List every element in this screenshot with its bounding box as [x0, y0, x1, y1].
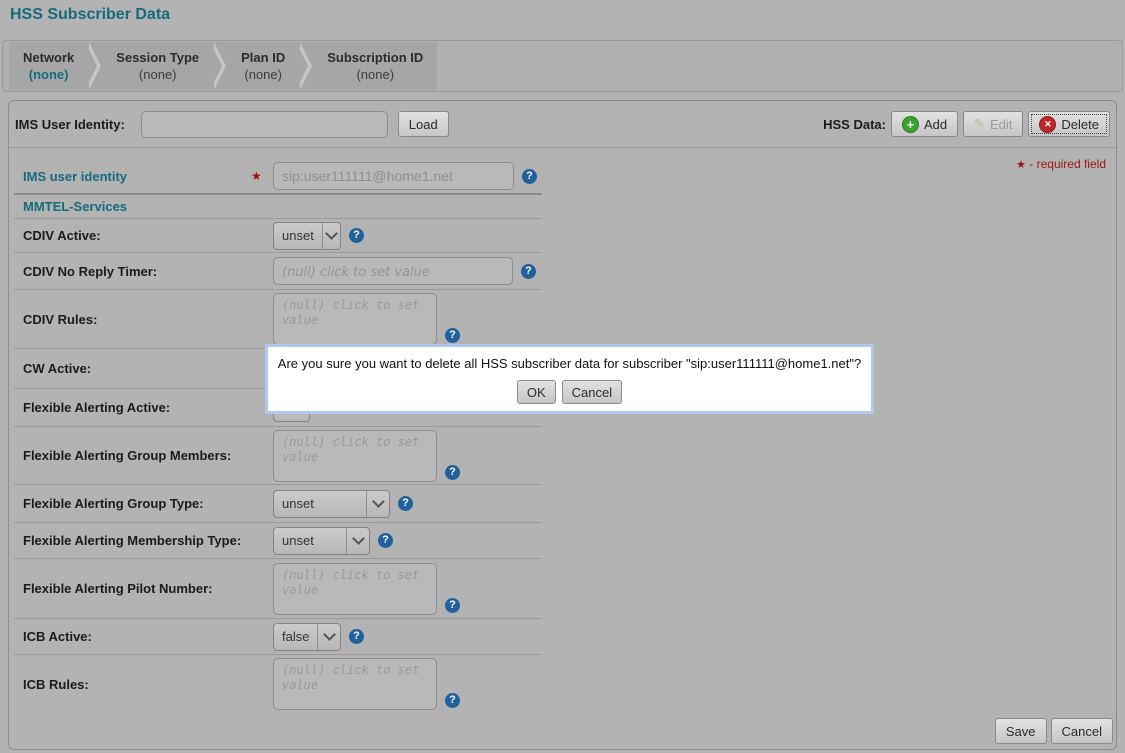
- field-label: IMS user identity: [23, 169, 273, 184]
- edit-button-label: Edit: [990, 117, 1012, 132]
- delete-icon: ✕: [1039, 116, 1056, 133]
- flexible-alerting-membership-type-select[interactable]: unset: [273, 527, 370, 555]
- breadcrumb-label: Subscription ID: [327, 49, 423, 66]
- form-row-flexible-alerting-membership-type: Flexible Alerting Membership Type: unset…: [14, 523, 542, 559]
- chevron-right-icon: [88, 42, 102, 90]
- field-label: CW Active:: [23, 361, 273, 376]
- form-row-icb-active: ICB Active: false ?: [14, 619, 542, 655]
- select-value: unset: [274, 223, 322, 249]
- chevron-down-icon: [322, 223, 340, 249]
- ims-user-identity-input[interactable]: [141, 111, 388, 138]
- dialog-message: Are you sure you want to delete all HSS …: [268, 356, 871, 371]
- form-row-flexible-alerting-pilot-number: Flexible Alerting Pilot Number: ?: [14, 559, 542, 619]
- delete-button-label: Delete: [1061, 117, 1099, 132]
- help-icon[interactable]: ?: [378, 533, 393, 548]
- dialog-cancel-button[interactable]: Cancel: [562, 380, 622, 404]
- breadcrumb: Network (none) Session Type (none) Plan …: [2, 40, 1123, 92]
- flexible-alerting-pilot-number-textarea[interactable]: [273, 563, 437, 615]
- form-row-cdiv-no-reply-timer: CDIV No Reply Timer: ?: [14, 253, 542, 290]
- form-row-icb-rules: ICB Rules: ?: [14, 655, 542, 713]
- select-value: unset: [274, 528, 346, 554]
- footer-actions: Save Cancel: [995, 718, 1113, 744]
- help-icon[interactable]: ?: [522, 169, 537, 184]
- breadcrumb-label: Network: [23, 49, 74, 66]
- ims-user-identity-label: IMS User Identity:: [15, 117, 125, 132]
- flexible-alerting-group-type-select[interactable]: unset: [273, 490, 390, 518]
- required-star-icon: ★: [251, 169, 262, 183]
- form-row-cdiv-rules: CDIV Rules: ?: [14, 290, 542, 349]
- edit-pencil-icon: ✎: [974, 116, 985, 132]
- breadcrumb-label: Session Type: [116, 49, 199, 66]
- help-icon[interactable]: ?: [521, 264, 536, 279]
- breadcrumb-value: (none): [139, 66, 177, 83]
- field-label: Flexible Alerting Group Type:: [23, 496, 273, 511]
- breadcrumb-session-type[interactable]: Session Type (none): [102, 42, 213, 90]
- add-icon: +: [902, 116, 919, 133]
- field-label: CDIV Active:: [23, 228, 273, 243]
- ims-user-identity-value-input: [273, 162, 514, 190]
- help-icon[interactable]: ?: [445, 328, 460, 343]
- chevron-down-icon: [366, 491, 389, 517]
- field-label: ICB Rules:: [23, 677, 273, 692]
- chevron-down-icon: [317, 624, 340, 650]
- cdiv-no-reply-timer-input[interactable]: [273, 257, 513, 285]
- form-row-cdiv-active: CDIV Active: unset ?: [14, 219, 542, 253]
- help-icon[interactable]: ?: [349, 228, 364, 243]
- breadcrumb-label: Plan ID: [241, 49, 285, 66]
- chevron-right-icon: [299, 42, 313, 90]
- field-label: ICB Active:: [23, 629, 273, 644]
- chevron-down-icon: [346, 528, 369, 554]
- breadcrumb-value: (none): [244, 66, 282, 83]
- form-row-ims-user-identity: IMS user identity ★ ?: [14, 159, 542, 195]
- chevron-right-icon: [213, 42, 227, 90]
- field-label: Flexible Alerting Group Members:: [23, 448, 273, 463]
- help-icon[interactable]: ?: [445, 693, 460, 708]
- ok-button[interactable]: OK: [517, 380, 556, 404]
- form-row-flexible-alerting-group-members: Flexible Alerting Group Members: ?: [14, 427, 542, 485]
- add-button[interactable]: + Add: [891, 111, 958, 137]
- help-icon[interactable]: ?: [398, 496, 413, 511]
- add-button-label: Add: [924, 117, 947, 132]
- icb-active-select[interactable]: false: [273, 623, 341, 651]
- flexible-alerting-group-members-textarea[interactable]: [273, 430, 437, 482]
- footer-cancel-button[interactable]: Cancel: [1051, 718, 1113, 744]
- confirm-delete-dialog: Are you sure you want to delete all HSS …: [265, 344, 874, 414]
- breadcrumb-steps: Network (none) Session Type (none) Plan …: [9, 42, 437, 90]
- help-icon[interactable]: ?: [445, 598, 460, 613]
- subscriber-form: IMS user identity ★ ? MMTEL-Services CDI…: [14, 159, 542, 713]
- required-star-icon: ★: [1016, 159, 1026, 171]
- load-button[interactable]: Load: [398, 111, 449, 137]
- breadcrumb-subscription-id[interactable]: Subscription ID (none): [313, 42, 437, 90]
- required-field-note: ★ - required field: [1016, 157, 1106, 171]
- cdiv-active-select[interactable]: unset: [273, 222, 341, 250]
- icb-rules-textarea[interactable]: [273, 658, 437, 710]
- breadcrumb-value: (none): [356, 66, 394, 83]
- select-value: unset: [274, 491, 366, 517]
- form-row-flexible-alerting-group-type: Flexible Alerting Group Type: unset ?: [14, 485, 542, 523]
- required-note-text: - required field: [1029, 157, 1106, 171]
- field-label: CDIV No Reply Timer:: [23, 264, 273, 279]
- field-label: Flexible Alerting Pilot Number:: [23, 581, 273, 596]
- breadcrumb-network[interactable]: Network (none): [9, 42, 88, 90]
- select-value: false: [274, 624, 317, 650]
- save-button[interactable]: Save: [995, 718, 1047, 744]
- page-title: HSS Subscriber Data: [10, 6, 170, 24]
- hss-data-actions: HSS Data: + Add ✎ Edit ✕ Delete: [823, 111, 1112, 137]
- cdiv-rules-textarea[interactable]: [273, 293, 437, 345]
- breadcrumb-plan-id[interactable]: Plan ID (none): [227, 42, 299, 90]
- field-label: CDIV Rules:: [23, 312, 273, 327]
- toolbar: IMS User Identity: Load HSS Data: + Add …: [9, 101, 1116, 148]
- section-heading-label: MMTEL-Services: [23, 199, 127, 214]
- field-label: Flexible Alerting Active:: [23, 400, 273, 415]
- help-icon[interactable]: ?: [349, 629, 364, 644]
- delete-button[interactable]: ✕ Delete: [1028, 111, 1110, 137]
- field-label: Flexible Alerting Membership Type:: [23, 533, 273, 548]
- hss-data-label: HSS Data:: [823, 117, 886, 132]
- dialog-buttons: OK Cancel: [268, 380, 871, 404]
- breadcrumb-value: (none): [29, 66, 69, 83]
- hss-subscriber-panel: IMS User Identity: Load HSS Data: + Add …: [8, 100, 1117, 750]
- edit-button: ✎ Edit: [963, 111, 1023, 137]
- section-heading-mmtel-services: MMTEL-Services: [14, 195, 542, 219]
- help-icon[interactable]: ?: [445, 465, 460, 480]
